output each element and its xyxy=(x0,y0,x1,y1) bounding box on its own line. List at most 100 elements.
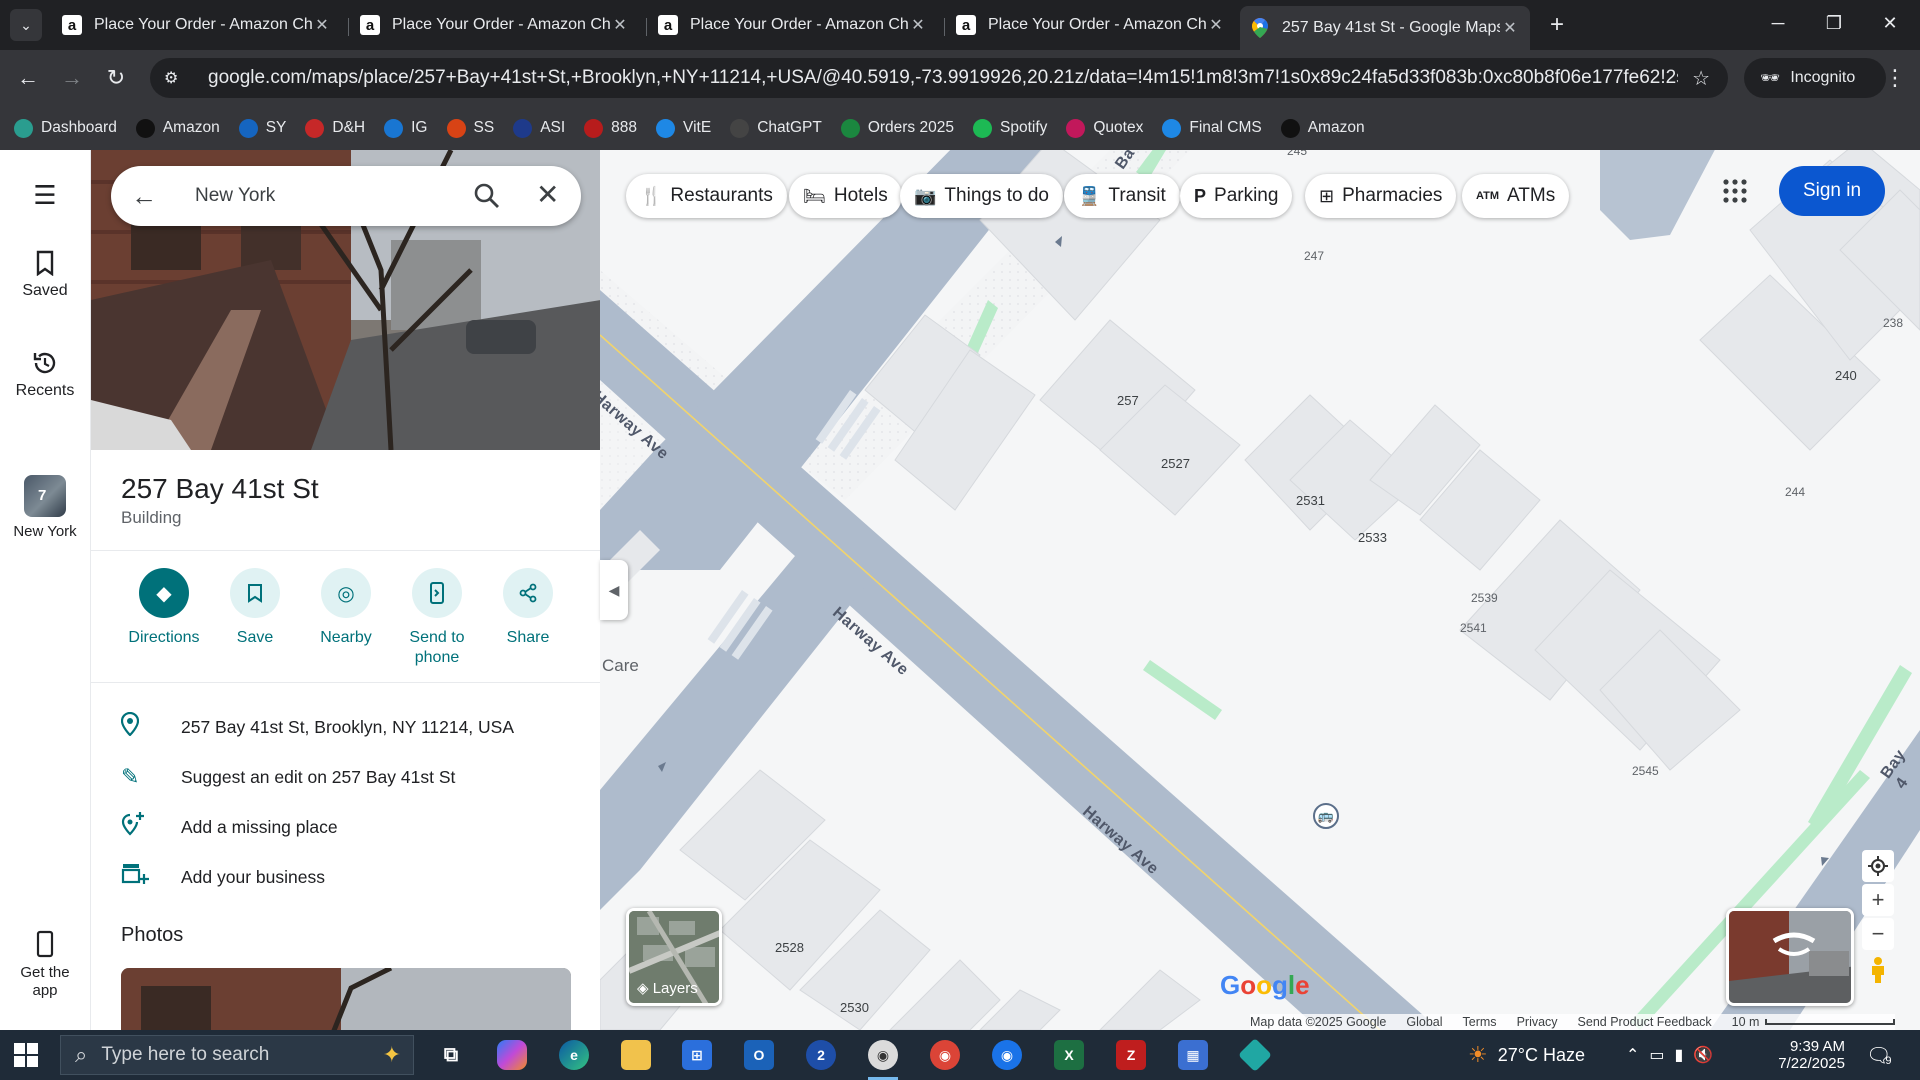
back-button[interactable]: ← xyxy=(12,62,44,94)
bookmark-item[interactable]: Final CMS xyxy=(1162,118,1262,138)
bookmark-item[interactable]: SY xyxy=(238,118,286,138)
sign-in-button[interactable]: Sign in xyxy=(1779,166,1885,216)
outlook-icon[interactable]: O xyxy=(744,1040,774,1070)
task-view-icon[interactable]: ⧉ xyxy=(436,1040,466,1070)
bookmark-item[interactable]: Quotex xyxy=(1066,118,1143,138)
address-bar[interactable]: ⚙ google.com/maps/place/257+Bay+41st+St,… xyxy=(150,58,1728,98)
close-icon[interactable]: ✕ xyxy=(610,15,630,35)
notifications-button[interactable]: 🗨 9 xyxy=(1866,1030,1892,1080)
chrome-alt-icon[interactable]: ◉ xyxy=(992,1040,1022,1070)
chevron-up-icon[interactable]: ⌃ xyxy=(1626,1045,1649,1065)
zoom-out-button[interactable]: − xyxy=(1862,918,1894,950)
network-icon[interactable]: ▭ xyxy=(1649,1045,1674,1065)
reload-button[interactable]: ↻ xyxy=(100,62,132,94)
get-the-app-button[interactable]: Get the app xyxy=(0,930,90,1000)
chip-pharmacies[interactable]: ⊞ Pharmacies xyxy=(1305,174,1457,218)
chip-transit[interactable]: 🚆 Transit xyxy=(1064,174,1180,218)
pegman-button[interactable] xyxy=(1862,954,1894,986)
bookmark-item[interactable]: IG xyxy=(384,118,428,138)
bookmark-item[interactable]: VitE xyxy=(656,118,711,138)
photo-thumbnail[interactable] xyxy=(121,968,571,1030)
system-tray-icons[interactable]: ⌃ ▭ ▮ 🔇 xyxy=(1626,1030,1723,1080)
street-view-thumbnail[interactable] xyxy=(1726,908,1854,1006)
bookmark-item[interactable]: ChatGPT xyxy=(730,118,822,138)
footer-terms-link[interactable]: Terms xyxy=(1463,1015,1497,1029)
footer-global-link[interactable]: Global xyxy=(1406,1015,1442,1029)
tab-amazon-checkout-1[interactable]: a Place Your Order - Amazon Checkout ✕ xyxy=(52,8,342,42)
scale-label[interactable]: 10 m xyxy=(1732,1015,1760,1029)
footer-privacy-link[interactable]: Privacy xyxy=(1517,1015,1558,1029)
recents-button[interactable]: Recents xyxy=(0,350,90,400)
place-category[interactable]: Building xyxy=(121,508,182,528)
tab-google-maps[interactable]: 257 Bay 41st St - Google Maps ✕ xyxy=(1240,6,1530,50)
battery-icon[interactable]: ▮ xyxy=(1675,1045,1694,1065)
bookmark-star-icon[interactable]: ☆ xyxy=(1692,66,1710,91)
tab-search-button[interactable]: ⌄ xyxy=(10,9,42,41)
chip-restaurants[interactable]: 🍴 Restaurants xyxy=(626,174,787,218)
chip-things-to-do[interactable]: 📷 Things to do xyxy=(900,174,1063,218)
my-location-button[interactable] xyxy=(1862,850,1894,882)
address-row[interactable]: 257 Bay 41st St, Brooklyn, NY 11214, USA xyxy=(91,707,600,747)
map-canvas[interactable]: Harway Ave Harway Ave Harway Ave Bay 4 B… xyxy=(589,150,1920,1030)
close-icon[interactable]: ✕ xyxy=(1206,15,1226,35)
share-button[interactable]: Share xyxy=(482,568,574,648)
bookmark-item[interactable]: Dashboard xyxy=(14,118,117,138)
clock[interactable]: 9:39 AM 7/22/2025 xyxy=(1770,1030,1845,1080)
app-diamond-icon[interactable] xyxy=(1238,1038,1272,1072)
add-business-row[interactable]: Add your business xyxy=(91,857,600,897)
chip-hotels[interactable]: 🛏 Hotels xyxy=(789,174,902,218)
chrome-icon[interactable]: ◉ xyxy=(868,1040,898,1080)
directions-button[interactable]: ◆ Directions xyxy=(118,568,210,648)
recent-place-new-york[interactable]: 7 New York xyxy=(0,475,90,541)
bookmark-item[interactable]: D&H xyxy=(305,118,365,138)
bookmark-item[interactable]: Orders 2025 xyxy=(840,118,954,138)
tab-amazon-checkout-3[interactable]: a Place Your Order - Amazon Checkout ✕ xyxy=(648,8,938,42)
speaker-mute-icon[interactable]: 🔇 xyxy=(1693,1045,1723,1065)
google-apps-icon[interactable] xyxy=(1722,178,1748,204)
taskbar-search[interactable]: ⌕ Type here to search ✦ xyxy=(60,1035,414,1075)
close-icon[interactable]: ✕ xyxy=(908,15,928,35)
forward-button[interactable]: → xyxy=(56,62,88,94)
incognito-badge[interactable]: 🕶 Incognito xyxy=(1744,58,1886,98)
bus-stop-icon[interactable]: 🚌 xyxy=(1313,803,1339,829)
zoom-in-button[interactable]: + xyxy=(1862,884,1894,916)
search-box[interactable]: ← ✕ xyxy=(111,166,581,226)
file-explorer-icon[interactable] xyxy=(621,1040,651,1070)
close-icon[interactable]: ✕ xyxy=(1500,18,1520,38)
clear-search-icon[interactable]: ✕ xyxy=(536,178,559,211)
footer-feedback-link[interactable]: Send Product Feedback xyxy=(1578,1015,1712,1029)
search-input[interactable] xyxy=(195,185,455,207)
excel-icon[interactable]: X xyxy=(1054,1040,1084,1070)
new-tab-button[interactable]: + xyxy=(1542,10,1572,40)
minimize-button[interactable]: ─ xyxy=(1750,0,1806,46)
tab-amazon-checkout-4[interactable]: a Place Your Order - Amazon Checkout ✕ xyxy=(946,8,1236,42)
chrome-profile-icon[interactable]: ◉ xyxy=(930,1040,960,1070)
site-settings-icon[interactable]: ⚙ xyxy=(164,68,186,88)
bookmark-item[interactable]: Spotify xyxy=(972,118,1047,138)
chip-parking[interactable]: P Parking xyxy=(1180,174,1293,218)
copilot-icon[interactable] xyxy=(497,1040,527,1070)
browser-menu-button[interactable]: ⋮ xyxy=(1880,62,1910,94)
maximize-button[interactable]: ❐ xyxy=(1806,0,1862,46)
hamburger-menu-button[interactable]: ☰ xyxy=(0,180,90,217)
bookmark-item[interactable]: 888 xyxy=(584,118,637,138)
saved-button[interactable]: Saved xyxy=(0,250,90,300)
nearby-button[interactable]: ◎ Nearby xyxy=(300,568,392,648)
back-arrow-icon[interactable]: ← xyxy=(131,181,171,212)
collapse-panel-button[interactable]: ◀ xyxy=(600,560,628,620)
url-text[interactable]: google.com/maps/place/257+Bay+41st+St,+B… xyxy=(208,67,1678,89)
calendar-app-icon[interactable]: 2 xyxy=(806,1040,836,1070)
bookmark-item[interactable]: ASI xyxy=(513,118,565,138)
close-icon[interactable]: ✕ xyxy=(312,15,332,35)
send-to-phone-button[interactable]: Send to phone xyxy=(391,568,483,668)
search-icon[interactable] xyxy=(471,180,503,212)
suggest-edit-row[interactable]: ✎ Suggest an edit on 257 Bay 41st St xyxy=(91,757,600,797)
edge-icon[interactable]: e xyxy=(559,1040,589,1070)
tab-amazon-checkout-2[interactable]: a Place Your Order - Amazon Checkout ✕ xyxy=(350,8,640,42)
bookmark-item[interactable]: Amazon xyxy=(1280,118,1365,138)
layers-button[interactable]: ◈ Layers xyxy=(626,908,722,1006)
filezilla-icon[interactable]: Z xyxy=(1116,1040,1146,1070)
windows-start-icon[interactable] xyxy=(14,1043,38,1067)
add-missing-place-row[interactable]: Add a missing place xyxy=(91,807,600,847)
weather-widget[interactable]: ☀ 27°C Haze xyxy=(1468,1030,1585,1080)
